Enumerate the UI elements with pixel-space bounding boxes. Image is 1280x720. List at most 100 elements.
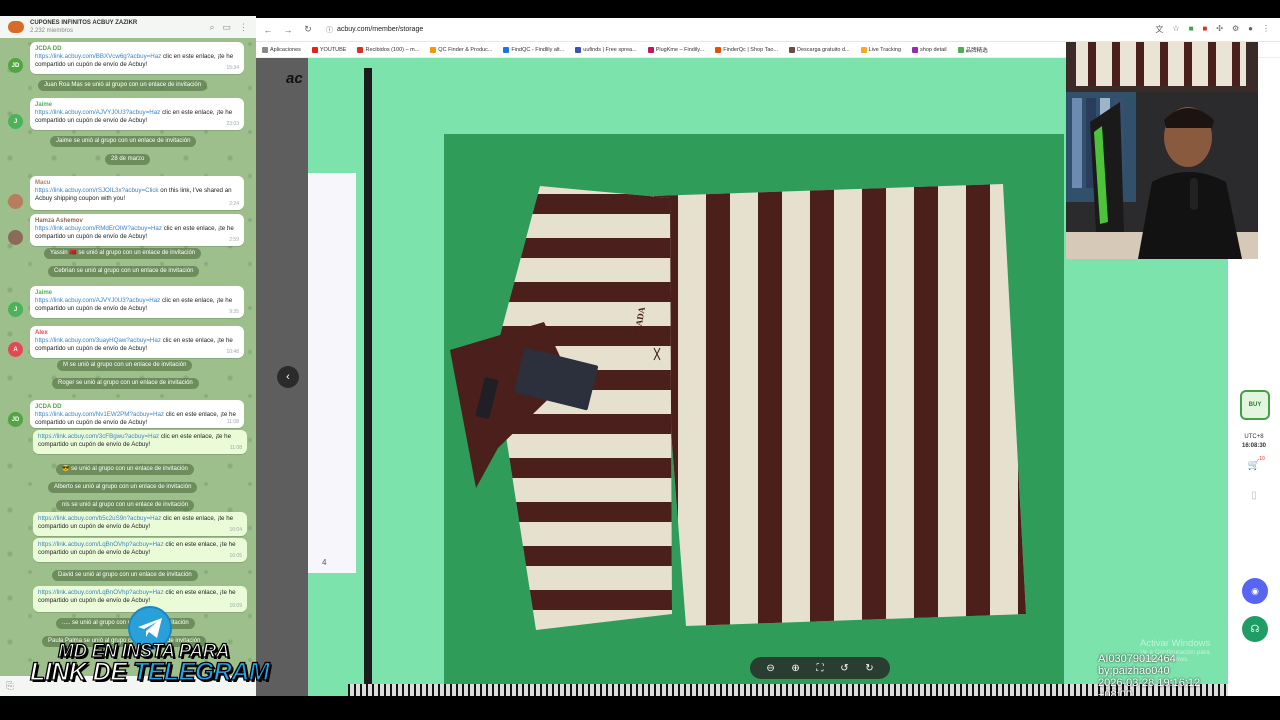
stripe <box>488 634 678 654</box>
stripe <box>914 184 938 626</box>
user-avatar[interactable]: J <box>8 302 23 317</box>
coupon-link[interactable]: https://link.acbuy.com/rSJOIL3x?acbuy=Cl… <box>35 187 159 194</box>
rotate-right-icon[interactable]: ↻ <box>865 663 873 674</box>
address-bar-row: ← → ↻ ⓘ acbuy.com/member/storage 文 ☆ ■ ■… <box>256 18 1280 42</box>
user-avatar[interactable] <box>8 230 23 245</box>
extension-icon[interactable]: ■ <box>1189 24 1194 35</box>
puzzle-icon[interactable]: ✣ <box>1216 24 1223 35</box>
chat-message[interactable]: https://link.acbuy.com/3cFBgwu?acbuy=Haz… <box>33 430 247 454</box>
bookmark-item[interactable]: uufinds | Free sprea... <box>575 46 637 53</box>
message-author: JCDA DD <box>35 404 62 410</box>
stripe <box>494 194 672 214</box>
bookmark-item[interactable]: QC Finder & Produc... <box>430 46 492 53</box>
user-avatar[interactable]: A <box>8 342 23 357</box>
bookmark-item[interactable]: PlugKme – Findily... <box>647 46 705 53</box>
bookmark-favicon-icon <box>430 46 437 53</box>
chat-message[interactable]: https://link.acbuy.com/b5c2uS9n?acbuy=Ha… <box>33 512 247 536</box>
more-menu-icon[interactable]: ⋮ <box>239 22 248 33</box>
join-notice: Juan Roa Mas se unió al grupo con un enl… <box>38 80 208 91</box>
message-time: 11:08 <box>229 445 242 451</box>
coupon-link[interactable]: https://link.acbuy.com/Nv1EW2PM?acbuy=Ha… <box>35 411 164 418</box>
bookmark-item[interactable]: FindQC - Findlily alt... <box>503 46 564 53</box>
coupon-link[interactable]: https://link.acbuy.com/AJVYJ0U3?acbuy=Ha… <box>35 109 160 116</box>
chat-message[interactable]: Macu https://link.acbuy.com/rSJOIL3x?acbu… <box>30 176 244 210</box>
reload-icon[interactable]: ↻ <box>300 24 316 35</box>
rotate-left-icon[interactable]: ↺ <box>840 663 848 674</box>
promo-line-2a: LINK DE <box>29 657 133 686</box>
chat-message[interactable]: Jaime https://link.acbuy.com/AJVYJ0U3?acb… <box>30 286 244 318</box>
message-time: 2:59 <box>229 237 239 243</box>
bookmark-label: FinderQc | Shop Tao... <box>723 46 779 53</box>
coupon-link[interactable]: https://link.acbuy.com/RMdErOIW?acbuy=Ha… <box>35 225 162 232</box>
chat-message[interactable]: JCDA DD https://link.acbuy.com/BBXVcw6g?a… <box>30 42 244 74</box>
support-headset-icon[interactable]: ☊ <box>1242 616 1268 642</box>
bookmark-item[interactable]: Aplicaciones <box>262 46 301 53</box>
user-avatar[interactable]: JD <box>8 412 23 427</box>
bookmark-item[interactable]: FinderQc | Shop Tao... <box>715 46 779 53</box>
join-notice: Roger se unió al grupo con un enlace de … <box>52 378 199 389</box>
address-bar[interactable]: ⓘ acbuy.com/member/storage <box>326 25 423 35</box>
prev-image-button[interactable]: ‹ <box>277 366 299 388</box>
message-time: 11:08 <box>226 419 239 425</box>
clipboard-icon[interactable]: ▯ <box>1228 490 1280 501</box>
message-author: Macu <box>35 180 51 186</box>
bookmark-label: PlugKme – Findily... <box>655 46 705 53</box>
join-notice: ..... se unió al grupo con un enlace de … <box>56 618 195 629</box>
browser-menu-icon[interactable]: ⋮ <box>1262 24 1270 35</box>
member-count: 2.232 miembros <box>30 28 74 34</box>
message-author: Jaime <box>35 102 53 108</box>
promo-line-2: LINK DE TELEGRAM <box>29 657 270 687</box>
coupon-link[interactable]: https://link.acbuy.com/b5c2uS9n?acbuy=Ha… <box>38 515 161 522</box>
site-info-icon[interactable]: ⓘ <box>326 25 333 35</box>
coupon-link[interactable]: https://link.acbuy.com/LqBnOVhp?acbuy=Ha… <box>38 589 164 596</box>
coupon-link[interactable]: https://link.acbuy.com/3cFBgwu?acbuy=Haz <box>38 433 159 440</box>
bookmark-label: Aplicaciones <box>270 46 301 53</box>
chat-message[interactable]: Alex https://link.acbuy.com/3uayHQaw?acbu… <box>30 326 244 358</box>
bookmark-item[interactable]: Live Tracking <box>860 46 901 53</box>
zoom-out-icon[interactable]: ⊖ <box>766 663 774 674</box>
comments-icon[interactable]: ▭ <box>222 22 231 33</box>
bookmark-item[interactable]: 品牌精选 <box>957 46 988 54</box>
chat-message[interactable]: Hamza Ashemov https://link.acbuy.com/RMdE… <box>30 214 244 246</box>
fullscreen-icon[interactable]: ⛶ <box>817 663 824 674</box>
chat-message[interactable]: JCDA DD https://link.acbuy.com/Nv1EW2PM?a… <box>30 400 244 428</box>
activate-title: Activar Windows <box>1140 638 1211 649</box>
discord-icon[interactable]: ◉ <box>1242 578 1268 604</box>
coupon-link[interactable]: https://link.acbuy.com/BBXVcw6g?acbuy=Ha… <box>35 53 161 60</box>
chat-header[interactable]: CUPONES INFINITOS ACBUY ZAZIKR 2.232 mie… <box>0 16 256 38</box>
forward-icon[interactable]: → <box>280 25 296 35</box>
user-avatar[interactable] <box>8 194 23 209</box>
zoom-in-icon[interactable]: ⊕ <box>791 663 799 674</box>
user-avatar[interactable]: JD <box>8 58 23 73</box>
attach-icon[interactable]: ⎘ <box>6 681 14 692</box>
message-time: 10:48 <box>226 349 239 355</box>
bookmark-favicon-icon <box>503 46 510 53</box>
profile-avatar[interactable]: ● <box>1248 24 1253 35</box>
hanging-shirt-stripes <box>1076 42 1246 86</box>
translate-icon[interactable]: 文 <box>1155 24 1163 35</box>
stripe <box>494 238 672 258</box>
user-avatar[interactable]: J <box>8 114 23 129</box>
bookmark-item[interactable]: Recibidos (100) – m... <box>357 46 419 53</box>
back-icon[interactable]: ← <box>260 25 276 35</box>
stripe <box>758 184 782 626</box>
bookmark-item[interactable]: shop detail <box>912 46 947 53</box>
acbuy-logo[interactable]: ac <box>286 70 303 87</box>
join-notice: David se unió al grupo con un enlace de … <box>52 570 198 581</box>
coupon-link[interactable]: https://link.acbuy.com/AJVYJ0U3?acbuy=Ha… <box>35 297 160 304</box>
bookmark-item[interactable]: Descarga gratuito d... <box>789 46 850 53</box>
chat-message[interactable]: Jaime https://link.acbuy.com/AJVYJ0U3?acb… <box>30 98 244 130</box>
coupon-link[interactable]: https://link.acbuy.com/3uayHQaw?acbuy=Ha… <box>35 337 161 344</box>
coupon-link[interactable]: https://link.acbuy.com/LqBnOVhp?acbuy=Ha… <box>38 541 164 548</box>
bookmark-favicon-icon <box>860 46 867 53</box>
timezone-label: UTC+8 <box>1244 434 1264 440</box>
chat-message[interactable]: https://link.acbuy.com/LqBnOVhp?acbuy=Ha… <box>33 538 247 562</box>
customize-icon[interactable]: ⚙ <box>1232 24 1239 35</box>
extension-icon[interactable]: ■ <box>1202 24 1207 35</box>
stripe <box>494 546 672 566</box>
bookmark-star-icon[interactable]: ☆ <box>1172 24 1179 35</box>
buy-badge-icon[interactable]: BUY <box>1240 390 1270 420</box>
bookmark-item[interactable]: YOUTUBE <box>311 46 346 53</box>
bookmark-favicon-icon <box>647 46 654 53</box>
search-icon[interactable]: ⌕ <box>209 22 214 33</box>
